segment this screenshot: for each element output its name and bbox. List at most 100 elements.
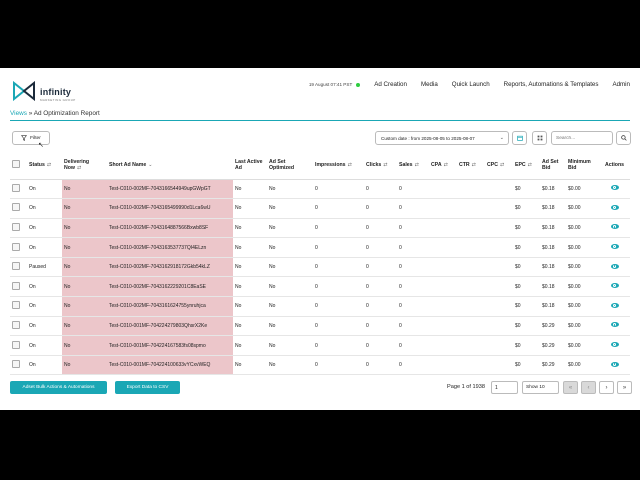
cell-ad-set-optimized: No <box>267 257 313 278</box>
row-checkbox[interactable] <box>12 183 20 192</box>
breadcrumb-separator: » <box>28 110 33 117</box>
row-select-cell <box>10 316 27 337</box>
row-checkbox[interactable] <box>12 340 20 349</box>
page-number-input[interactable]: 1 <box>491 381 518 394</box>
cell-status: On <box>27 335 62 356</box>
nav-media[interactable]: Media <box>421 81 438 88</box>
cell-actions <box>599 257 630 278</box>
cell-actions <box>599 316 630 337</box>
breadcrumb-current: Ad Optimization Report <box>33 110 100 117</box>
view-eye-icon[interactable] <box>610 322 619 328</box>
last-page-button[interactable]: » <box>617 381 632 394</box>
col-cpc[interactable]: CPC ⇄ <box>485 151 513 180</box>
table-row[interactable]: On No Test-C010-001MF-704224100633vYCxvWEQ… <box>10 355 630 376</box>
col-impressions[interactable]: Impressions ⇄ <box>313 151 364 180</box>
cell-ctr <box>457 237 485 258</box>
cell-status: On <box>27 355 62 376</box>
row-checkbox[interactable] <box>12 242 20 251</box>
breadcrumb-views-link[interactable]: Views <box>10 110 27 117</box>
cell-delivering-now: No <box>62 257 107 278</box>
table-row[interactable]: On No Test-C010-002MF-7043161624755ynruhjc… <box>10 296 630 317</box>
cell-actions <box>599 218 630 239</box>
page-size-select[interactable]: Show 10 <box>522 381 559 394</box>
view-eye-icon[interactable] <box>610 185 619 191</box>
col-ad-set-bid[interactable]: Ad Set Bid <box>540 151 566 180</box>
view-eye-icon[interactable] <box>610 204 619 210</box>
table-row[interactable]: On No Test-C010-002MF-7043162229201C8EaSE N… <box>10 276 630 298</box>
brand-logo[interactable]: infinity MARKETING GROUP <box>12 81 102 105</box>
view-eye-icon[interactable] <box>610 302 619 308</box>
col-cpa[interactable]: CPA ⇄ <box>429 151 457 180</box>
cell-ad-set-optimized: No <box>267 218 313 239</box>
cell-short-ad-name: Test-C010-002MF-7043163537737QI4ELzn <box>107 237 233 258</box>
row-checkbox[interactable] <box>12 262 20 271</box>
view-eye-icon[interactable] <box>610 283 619 289</box>
cell-ctr <box>457 179 485 200</box>
view-eye-icon[interactable] <box>610 342 619 348</box>
col-clicks[interactable]: Clicks ⇄ <box>364 151 397 180</box>
next-page-button[interactable]: › <box>599 381 614 394</box>
col-ctr[interactable]: CTR ⇄ <box>457 151 485 180</box>
row-checkbox[interactable] <box>12 203 20 212</box>
select-all-checkbox[interactable] <box>12 159 20 168</box>
cell-status: On <box>27 218 62 239</box>
cell-short-ad-name: Test-C010-002MF-7043165499990d1Lca6wU <box>107 198 233 219</box>
row-select-cell <box>10 355 27 376</box>
cell-ctr <box>457 276 485 298</box>
nav-reports[interactable]: Reports, Automations & Templates <box>504 81 599 88</box>
view-eye-icon[interactable] <box>610 361 619 367</box>
columns-button[interactable] <box>532 131 547 145</box>
col-epc[interactable]: EPC ⇄ <box>513 151 540 180</box>
view-eye-icon[interactable] <box>610 263 619 269</box>
row-checkbox[interactable] <box>12 320 20 329</box>
calendar-button[interactable] <box>512 131 527 145</box>
cell-sales: 0 <box>397 198 429 219</box>
table-row[interactable]: On No Test-C010-002MF-7043165499990d1Lca6w… <box>10 198 630 219</box>
row-checkbox[interactable] <box>12 222 20 231</box>
cell-actions <box>599 335 630 356</box>
prev-page-button[interactable]: ‹ <box>581 381 596 394</box>
filter-icon <box>21 135 28 141</box>
search-input[interactable] <box>551 131 613 145</box>
first-page-button[interactable]: « <box>563 381 578 394</box>
col-minimum-bid[interactable]: Minimum Bid <box>566 151 599 180</box>
cell-last-active-ad: No <box>233 276 267 298</box>
nav-admin[interactable]: Admin <box>612 81 630 88</box>
col-sales[interactable]: Sales ⇄ <box>397 151 429 180</box>
table-row[interactable]: On No Test-C010-002MF-7043166544949upGWpGT… <box>10 179 630 200</box>
cell-ctr <box>457 355 485 376</box>
col-status[interactable]: Status ⇄ <box>27 151 62 180</box>
col-last-active-ad[interactable]: Last Active Ad <box>233 151 267 180</box>
bulk-actions-button[interactable]: Adset Bulk Actions & Automations <box>10 381 107 394</box>
export-csv-button[interactable]: Export Data to CSV <box>115 381 180 394</box>
col-short-ad-name[interactable]: Short Ad Name ⌄ <box>107 151 233 180</box>
cell-short-ad-name: Test-C010-001MF-704224100633vYCxvWEQ <box>107 355 233 376</box>
cell-epc: $0 <box>513 335 540 356</box>
cell-minimum-bid: $0.00 <box>566 335 599 356</box>
view-eye-icon[interactable] <box>610 244 619 250</box>
table-row[interactable]: On No Test-C010-001MF-704224279803QhsrX2Ke… <box>10 316 630 337</box>
date-range-select[interactable]: Custom date : from 2025-08-05 to 2025-08… <box>375 131 509 145</box>
col-ad-set-optimized[interactable]: Ad Set Optimized <box>267 151 313 180</box>
cell-cpa <box>429 335 457 356</box>
row-checkbox[interactable] <box>12 301 20 310</box>
col-actions: Actions <box>599 151 630 180</box>
cell-last-active-ad: No <box>233 198 267 219</box>
col-delivering-now[interactable]: Delivering Now ⇄ <box>62 151 107 180</box>
cell-impressions: 0 <box>313 355 364 376</box>
row-checkbox[interactable] <box>12 360 20 369</box>
cell-last-active-ad: No <box>233 296 267 317</box>
search-button[interactable] <box>616 131 631 145</box>
nav-quick-launch[interactable]: Quick Launch <box>452 81 490 88</box>
table-row[interactable]: On No Test-C010-002MF-7043164887566Bxwb8SF… <box>10 218 630 239</box>
table-row[interactable]: On No Test-C010-001MF-704224167583fs08spmo… <box>10 335 630 356</box>
cell-short-ad-name: Test-C010-002MF-7043164887566Bxwb8SF <box>107 218 233 239</box>
table-row[interactable]: On No Test-C010-002MF-7043163537737QI4ELzn… <box>10 237 630 258</box>
filter-button[interactable]: Filter <box>12 131 50 145</box>
table-row[interactable]: Paused No Test-C010-002MF-7043162918172Gkb… <box>10 257 630 278</box>
nav-ad-creation[interactable]: Ad Creation <box>374 81 407 88</box>
cell-actions <box>599 237 630 258</box>
cell-cpa <box>429 237 457 258</box>
row-checkbox[interactable] <box>12 281 20 290</box>
view-eye-icon[interactable] <box>610 224 619 230</box>
